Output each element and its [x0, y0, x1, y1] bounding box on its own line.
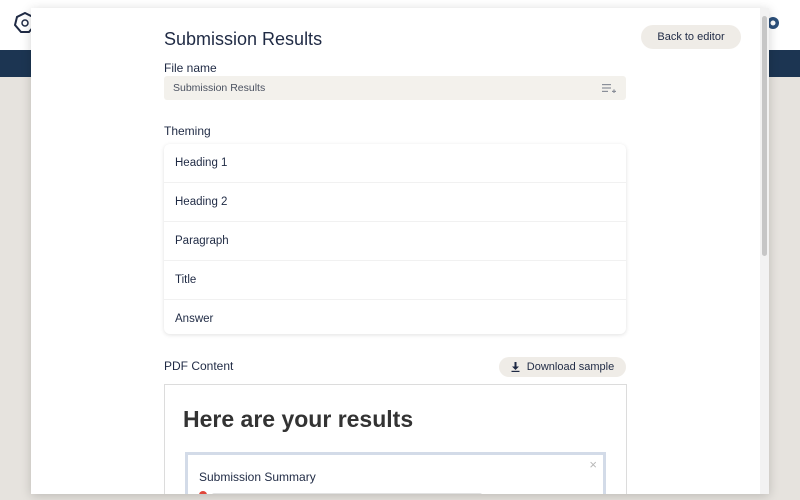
summary-text-placeholder [212, 493, 482, 494]
submission-summary-box: Submission Summary × [185, 452, 606, 494]
pdf-heading: Here are your results [183, 406, 414, 432]
close-icon[interactable]: × [589, 457, 597, 472]
file-name-field[interactable] [164, 76, 626, 100]
theming-label: Theming [164, 124, 211, 138]
theming-item-paragraph[interactable]: Paragraph [164, 222, 626, 261]
summary-title: Submission Summary [199, 470, 316, 484]
theming-item-heading-2[interactable]: Heading 2 [164, 183, 626, 222]
theming-list: Heading 1 Heading 2 Paragraph Title Answ… [164, 144, 626, 334]
download-icon [511, 362, 520, 372]
theming-item-heading-1[interactable]: Heading 1 [164, 144, 626, 183]
file-name-input[interactable] [164, 81, 602, 95]
theming-item-answer[interactable]: Answer [164, 300, 626, 338]
download-sample-button[interactable]: Download sample [499, 357, 626, 377]
pdf-content-label: PDF Content [164, 359, 234, 373]
modal-scrollbar[interactable] [760, 8, 769, 494]
pdf-preview: Here are your results Submission Summary… [164, 384, 627, 494]
back-to-editor-button[interactable]: Back to editor [641, 25, 741, 49]
download-sample-label: Download sample [526, 361, 615, 373]
theming-item-title[interactable]: Title [164, 261, 626, 300]
list-add-icon[interactable] [602, 83, 616, 93]
modal-title: Submission Results [164, 29, 323, 49]
scrollbar-thumb[interactable] [762, 16, 767, 256]
submission-results-modal: Submission Results Back to editor File n… [31, 8, 769, 494]
file-name-label: File name [164, 61, 217, 75]
status-dot-icon [199, 491, 207, 494]
